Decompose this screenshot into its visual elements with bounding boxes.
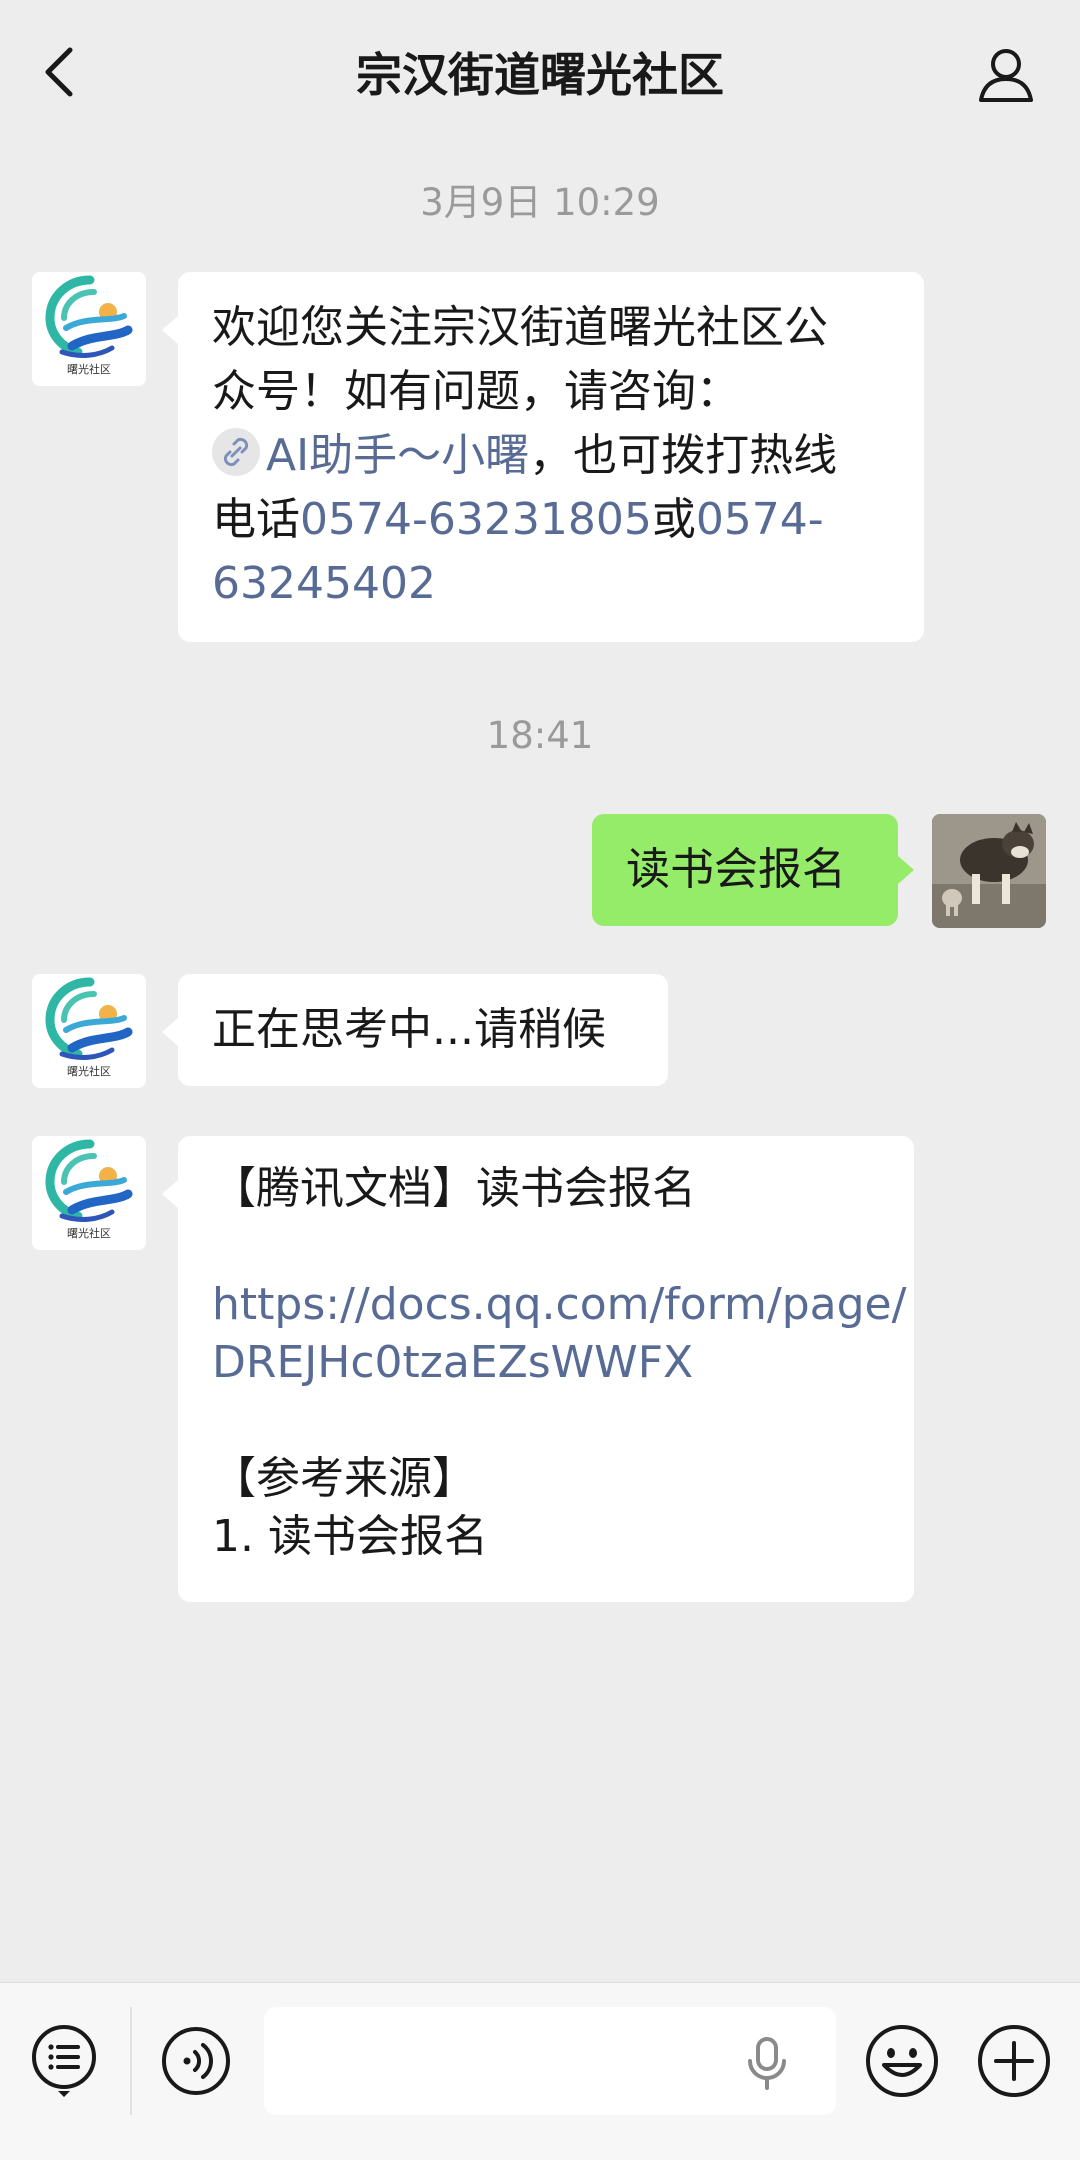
svg-text:曙光社区: 曙光社区 bbox=[67, 362, 111, 376]
phone-link-2[interactable]: 0574- bbox=[696, 494, 824, 545]
form-url-link-cont[interactable]: DREJHc0tzaEZsWWFX bbox=[212, 1334, 880, 1392]
toolbar-divider bbox=[130, 2007, 132, 2115]
thinking-text: 正在思考中...请稍候 bbox=[212, 1004, 606, 1055]
message-input[interactable] bbox=[264, 2007, 836, 2115]
welcome-line: 众号！如有问题，请咨询： bbox=[212, 366, 740, 417]
phone-link-2-cont[interactable]: 63245402 bbox=[212, 552, 890, 616]
reference-item: 1. 读书会报名 bbox=[212, 1511, 488, 1562]
emoji-button[interactable] bbox=[864, 2023, 940, 2099]
menu-button[interactable] bbox=[30, 2023, 98, 2099]
welcome-text: 电话 bbox=[212, 494, 300, 545]
chat-title: 宗汉街道曙光社区 bbox=[356, 48, 724, 102]
back-button[interactable] bbox=[36, 42, 80, 102]
shuguang-logo-icon: 曙光社区 bbox=[32, 1136, 146, 1250]
microphone-icon bbox=[748, 2037, 786, 2090]
voice-icon bbox=[162, 2027, 230, 2095]
svg-text:曙光社区: 曙光社区 bbox=[67, 1226, 111, 1240]
official-account-avatar[interactable]: 曙光社区 bbox=[32, 974, 146, 1088]
shuguang-logo-icon: 曙光社区 bbox=[32, 272, 146, 386]
shuguang-logo-icon: 曙光社区 bbox=[32, 974, 146, 1088]
mini-program-link-icon bbox=[212, 428, 260, 476]
voice-input-button[interactable] bbox=[742, 2035, 792, 2091]
more-button[interactable] bbox=[976, 2023, 1052, 2099]
message-timestamp: 3月9日 10:29 bbox=[420, 181, 660, 224]
user-avatar[interactable] bbox=[932, 814, 1046, 928]
welcome-message-bubble: 欢迎您关注宗汉街道曙光社区公 众号！如有问题，请咨询： AI助手～小曙，也可拨打… bbox=[162, 272, 924, 642]
plus-icon bbox=[978, 2025, 1050, 2097]
reference-title: 【参考来源】 bbox=[212, 1453, 476, 1504]
input-toolbar bbox=[0, 1982, 1080, 2160]
list-menu-icon bbox=[32, 2025, 96, 2097]
chat-header: 宗汉街道曙光社区 bbox=[0, 0, 1080, 150]
welcome-text: ，也可拨打热线 bbox=[529, 430, 838, 481]
person-icon bbox=[979, 49, 1033, 102]
official-account-avatar[interactable]: 曙光社区 bbox=[32, 272, 146, 386]
emoji-icon bbox=[866, 2025, 938, 2097]
user-message-bubble: 读书会报名 bbox=[592, 814, 914, 926]
user-message-text: 读书会报名 bbox=[626, 844, 846, 895]
thinking-message-bubble: 正在思考中...请稍候 bbox=[162, 974, 668, 1086]
profile-button[interactable] bbox=[976, 44, 1036, 104]
chevron-left-icon bbox=[45, 47, 73, 97]
svg-text:曙光社区: 曙光社区 bbox=[67, 1064, 111, 1078]
message-timestamp: 18:41 bbox=[486, 714, 594, 757]
welcome-line: AI助手～小曙，也可拨打热线 bbox=[212, 424, 890, 488]
welcome-text: 或 bbox=[651, 494, 696, 545]
reply-message-bubble: 【腾讯文档】读书会报名 https://docs.qq.com/form/pag… bbox=[162, 1136, 914, 1602]
dog-photo-icon bbox=[932, 814, 1046, 928]
official-account-avatar[interactable]: 曙光社区 bbox=[32, 1136, 146, 1250]
voice-button[interactable] bbox=[160, 2025, 232, 2097]
phone-link-1[interactable]: 0574-63231805 bbox=[300, 494, 652, 545]
welcome-line: 电话0574-63231805或0574- bbox=[212, 488, 890, 552]
ai-assistant-link[interactable]: AI助手～小曙 bbox=[266, 430, 529, 481]
welcome-line: 欢迎您关注宗汉街道曙光社区公 bbox=[212, 302, 828, 353]
form-url-link[interactable]: https://docs.qq.com/form/page/ bbox=[212, 1276, 906, 1334]
reply-title: 【腾讯文档】读书会报名 bbox=[212, 1163, 696, 1214]
